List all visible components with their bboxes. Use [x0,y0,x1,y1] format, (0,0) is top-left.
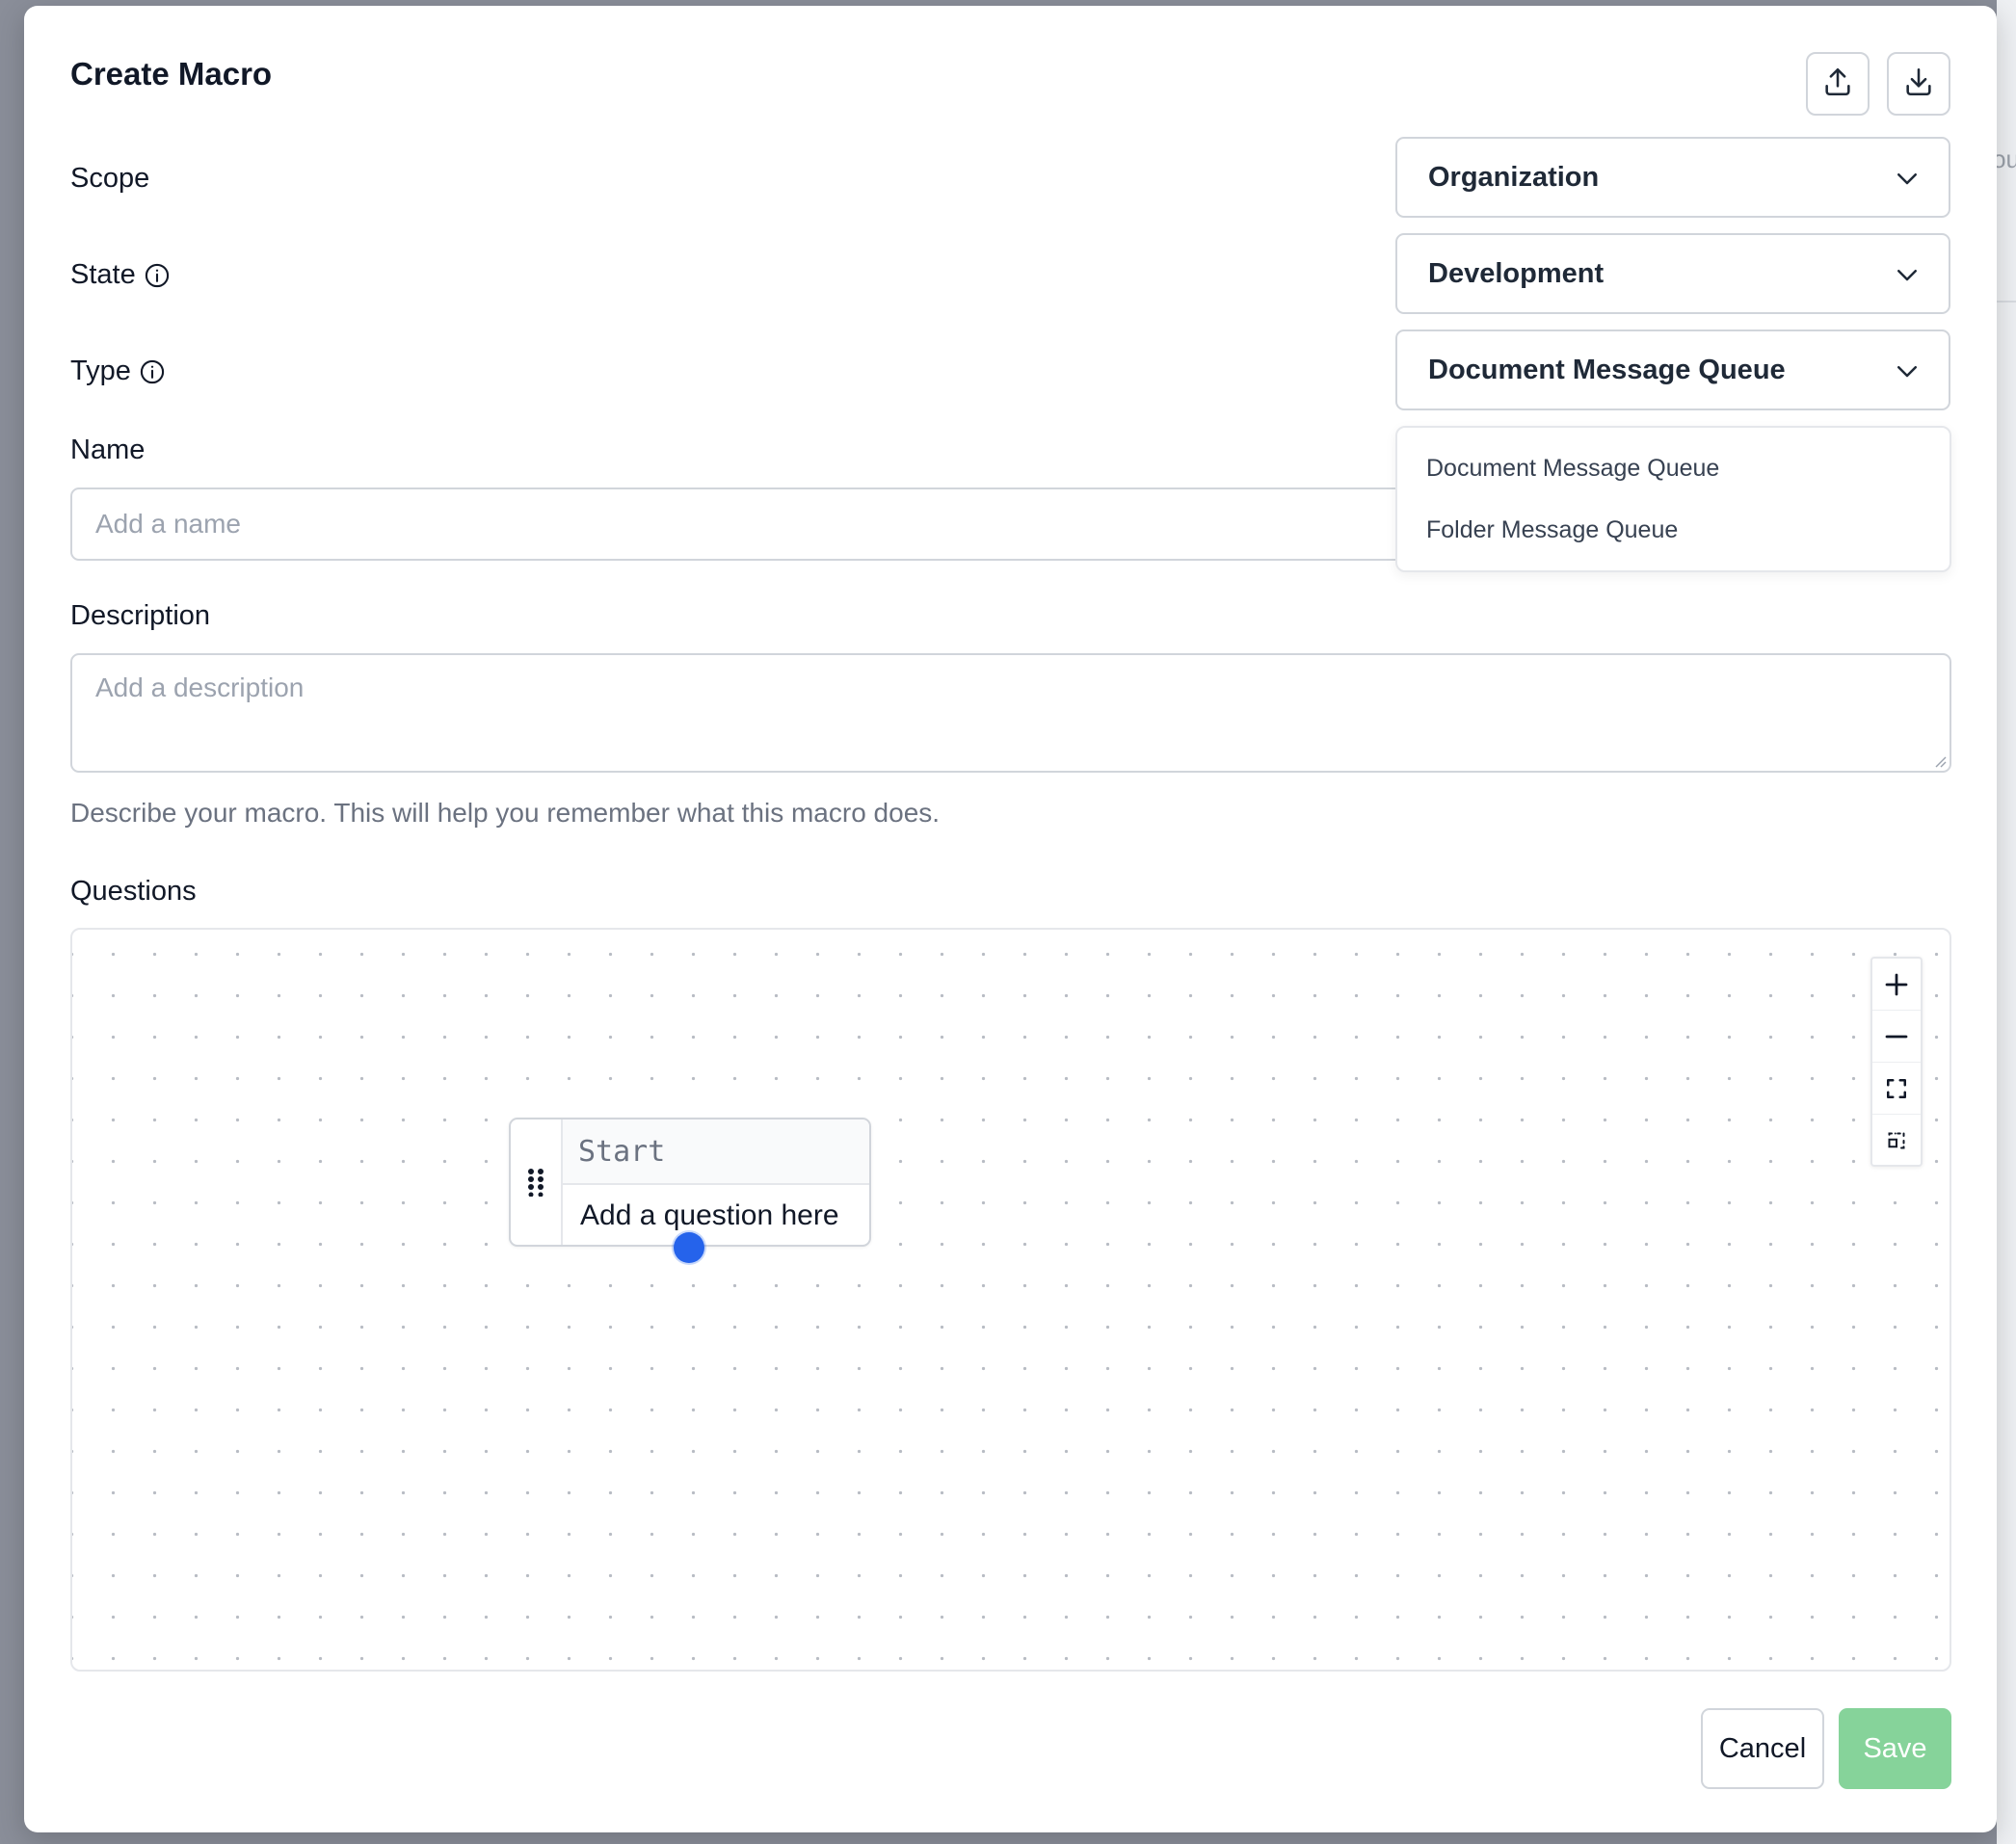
dropdown-option-document-message-queue[interactable]: Document Message Queue [1426,455,1719,483]
cancel-button[interactable]: Cancel [1701,1708,1824,1789]
type-dropdown-menu: Document Message Queue Folder Message Qu… [1395,426,1951,572]
background-page: ou [1992,0,2016,1844]
zoom-out-button[interactable] [1872,1011,1921,1063]
chevron-down-icon [1897,173,1917,185]
chevron-down-icon [1897,366,1917,378]
scope-label: Scope [70,163,149,195]
name-label: Name [70,435,145,466]
state-selected-value: Development [1428,257,1605,289]
node-title: Start [563,1120,869,1185]
info-icon[interactable] [144,262,171,289]
save-button[interactable]: Save [1839,1708,1951,1789]
toggle-interactivity-icon [1888,1132,1905,1148]
type-selected-value: Document Message Queue [1428,354,1786,385]
background-divider [1997,301,2016,303]
dropdown-option-folder-message-queue[interactable]: Folder Message Queue [1426,516,1678,544]
zoom-in-icon [1885,973,1908,995]
node-question-text[interactable]: Add a question here [563,1187,869,1245]
description-label-text: Description [70,600,211,631]
resize-handle-icon[interactable] [1932,753,1948,769]
download-button[interactable] [1887,52,1950,116]
upload-button[interactable] [1806,52,1870,116]
flow-controls [1870,957,1923,1167]
questions-label: Questions [70,876,197,908]
questions-label-text: Questions [70,876,197,907]
type-label-text: Type [70,356,131,386]
modal-title: Create Macro [70,56,273,92]
scope-label-text: Scope [70,163,150,194]
description-placeholder: Add a description [95,672,305,702]
state-select[interactable]: Development [1395,233,1950,314]
scope-selected-value: Organization [1428,161,1600,193]
drag-handle-icon [528,1169,544,1197]
node-output-handle[interactable] [674,1232,704,1263]
info-icon[interactable] [139,358,166,385]
chevron-down-icon [1897,270,1917,281]
download-icon [1902,66,1935,103]
state-label: State [70,259,171,291]
drag-handle[interactable] [511,1120,563,1245]
zoom-out-icon [1885,1035,1908,1038]
description-helper-text: Describe your macro. This will help you … [70,798,941,828]
description-label: Description [70,600,210,632]
description-textarea[interactable]: Add a description [70,653,1951,773]
name-placeholder: Add a name [95,509,241,539]
questions-flow-canvas[interactable]: Start Add a question here [70,928,1951,1672]
scope-select[interactable]: Organization [1395,137,1950,218]
start-question-node[interactable]: Start Add a question here [509,1118,871,1247]
fit-view-icon [1887,1078,1906,1098]
create-macro-modal: Create Macro Scope Organization State De… [24,6,1997,1832]
type-select[interactable]: Document Message Queue [1395,329,1950,410]
upload-icon [1821,66,1854,103]
name-label-text: Name [70,435,146,465]
type-label: Type [70,356,166,387]
zoom-in-button[interactable] [1872,959,1921,1011]
toggle-interactivity-button[interactable] [1872,1115,1921,1166]
fit-view-button[interactable] [1872,1063,1921,1115]
state-label-text: State [70,259,136,290]
